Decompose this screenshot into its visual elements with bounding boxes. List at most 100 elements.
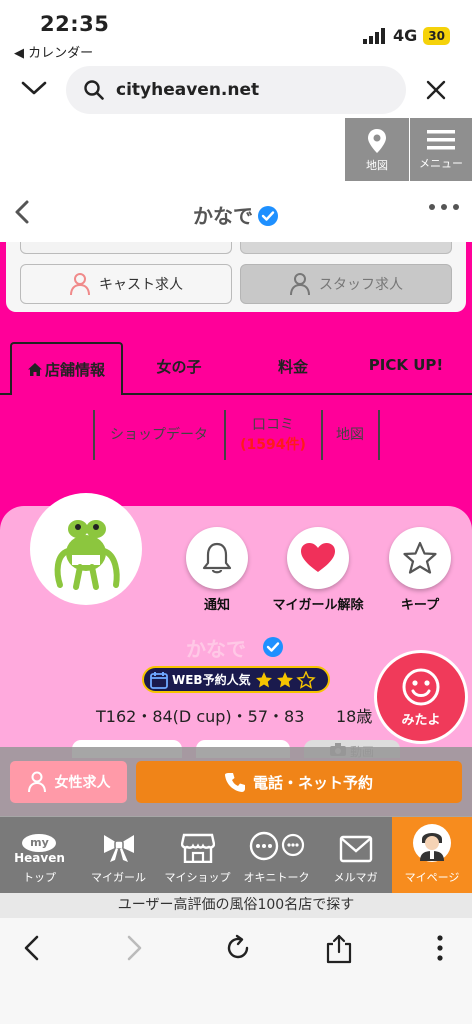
menu-button[interactable]: メニュー (410, 118, 472, 181)
web-reserve-popular-badge: WEB予約人気 (142, 666, 330, 693)
nav-top[interactable]: my Heaven トップ (0, 817, 79, 893)
back-icon[interactable] (20, 934, 44, 962)
star-icon (403, 541, 437, 574)
nav-okini-talk[interactable]: オキニトーク (237, 817, 316, 893)
user-avatar-icon (413, 824, 451, 862)
heart-icon (301, 543, 335, 572)
mitayo-button[interactable]: みたよ (374, 650, 468, 744)
subtab-reviews-label: 口コミ (252, 417, 294, 433)
nav-mypage-label: マイページ (404, 871, 460, 884)
map-button-label: 地図 (366, 159, 388, 172)
promo-banner[interactable]: ユーザー高評価の風俗100名店で探す (0, 893, 472, 918)
menu-button-label: メニュー (419, 157, 463, 170)
page-title-text: かなで (193, 204, 253, 228)
network-label: 4G (393, 26, 418, 45)
search-icon (84, 80, 104, 100)
url-text: cityheaven.net (116, 80, 260, 100)
reload-icon[interactable] (224, 934, 252, 962)
reserve-label: 電話・ネット予約 (252, 773, 373, 792)
logo-heaven-text: Heaven (14, 851, 65, 865)
url-bar[interactable]: cityheaven.net (66, 66, 406, 114)
shop-icon (180, 833, 215, 863)
person-icon (27, 771, 46, 793)
rating-star-empty (295, 670, 316, 689)
battery-level: 30 (423, 26, 450, 45)
subtab-reviews[interactable]: 口コミ (1594件) (228, 414, 318, 454)
avatar[interactable] (30, 493, 142, 605)
ribbon-icon (103, 835, 134, 862)
staff-recruit-label: スタッフ求人 (319, 277, 403, 293)
hamburger-icon (427, 130, 455, 150)
person-icon (70, 273, 90, 296)
page-title: かなで (0, 200, 472, 229)
subtab-shop-data[interactable]: ショップデータ (100, 424, 218, 444)
smile-icon (402, 668, 440, 705)
cast-recruit-label: キャスト求人 (99, 277, 183, 293)
nav-myshop-label: マイショップ (164, 871, 231, 884)
nav-melmaga[interactable]: メルマガ (316, 817, 395, 893)
forward-icon[interactable] (122, 934, 146, 962)
nav-okini-label: オキニトーク (243, 871, 310, 884)
nav-mypage[interactable]: マイページ (392, 817, 472, 893)
tab-shop-info[interactable]: 店舗情報 (10, 342, 123, 395)
female-recruit-button[interactable]: 女性求人 (10, 761, 127, 803)
keep-label: キープ (400, 598, 440, 613)
bell-icon (202, 542, 232, 574)
signal-icon (363, 27, 386, 44)
nav-mygirl[interactable]: マイガール (79, 817, 158, 893)
verified-icon (257, 205, 279, 227)
tab-price[interactable]: 料金 (244, 356, 342, 377)
body-stats: T162・84(D cup)・57・83 (96, 707, 305, 726)
partial-button-top-left[interactable] (20, 242, 232, 254)
map-pin-icon (368, 129, 386, 153)
mail-icon (339, 835, 372, 863)
notify-label: 通知 (203, 598, 230, 613)
review-count: (1594件) (240, 437, 306, 453)
status-indicators: 4G 30 (363, 26, 450, 45)
profile-name-text: かなで (186, 637, 246, 661)
logo-my-text: my (22, 834, 57, 852)
staff-recruit-button[interactable]: スタッフ求人 (240, 264, 452, 304)
keep-button[interactable] (389, 527, 451, 589)
person-icon (290, 273, 310, 296)
partial-button-top-right[interactable] (240, 242, 452, 254)
nav-mygirl-label: マイガール (91, 871, 146, 884)
nav-myshop[interactable]: マイショップ (158, 817, 237, 893)
share-icon[interactable] (326, 934, 352, 964)
phone-icon (224, 773, 245, 792)
favorite-button[interactable] (287, 527, 349, 589)
tab-pickup[interactable]: PICK UP! (354, 356, 458, 374)
tab-girls[interactable]: 女の子 (130, 356, 228, 377)
frog-avatar-image (54, 520, 120, 590)
subtab-divider (321, 410, 323, 460)
map-button[interactable]: 地図 (345, 118, 409, 181)
subtab-divider (93, 410, 95, 460)
profile-name: かなで (186, 633, 246, 662)
notify-button[interactable] (186, 527, 248, 589)
collapse-chevron-icon[interactable] (20, 78, 48, 98)
close-icon[interactable] (424, 78, 448, 102)
female-recruit-label: 女性求人 (54, 775, 111, 791)
favorite-label: マイガール解除 (272, 598, 364, 613)
subtab-divider (378, 410, 380, 460)
cast-recruit-button[interactable]: キャスト求人 (20, 264, 232, 304)
status-time: 22:35 (40, 12, 110, 36)
more-options-icon[interactable] (428, 201, 460, 213)
age-label: 18歳 (336, 707, 373, 726)
rating-star-filled (276, 671, 293, 687)
mitayo-label: みたよ (401, 712, 441, 728)
badge-text: WEB予約人気 (172, 673, 251, 687)
my-heaven-logo: my Heaven (14, 834, 65, 865)
rating-star-filled (255, 671, 272, 687)
star-rating (255, 670, 316, 689)
more-vertical-icon[interactable] (434, 934, 446, 962)
reserve-button[interactable]: 電話・ネット予約 (136, 761, 462, 803)
nav-top-label: トップ (23, 871, 56, 884)
calendar-icon (150, 671, 168, 689)
nav-melmaga-label: メルマガ (333, 871, 378, 884)
back-to-app-link[interactable]: ◀ カレンダー (14, 42, 93, 61)
subtab-map[interactable]: 地図 (326, 424, 374, 444)
verified-icon (262, 636, 284, 658)
subtab-divider (224, 410, 226, 460)
tab-shop-info-label: 店舗情報 (44, 361, 105, 379)
